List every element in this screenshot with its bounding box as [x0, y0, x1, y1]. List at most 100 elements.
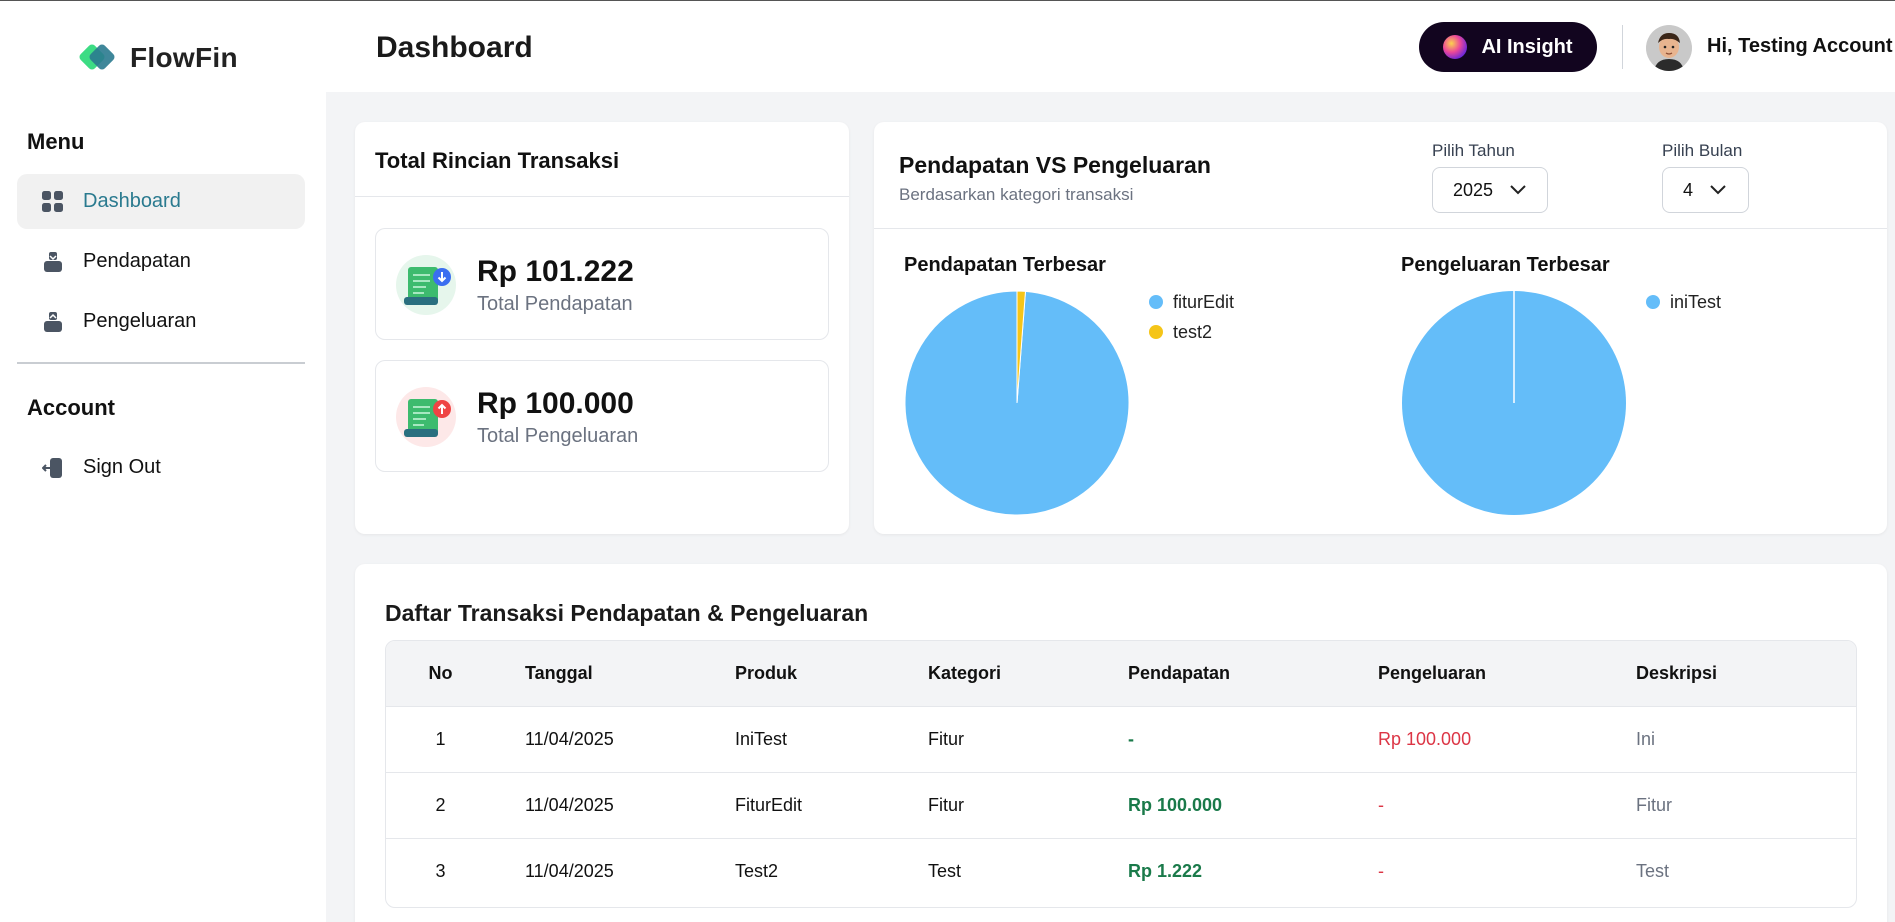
expense-label: Total Pengeluaran	[477, 425, 639, 447]
brand-logo[interactable]: FlowFin	[78, 39, 238, 77]
income-stat: Rp 101.222 Total Pendapatan	[375, 228, 829, 340]
sidebar-item-label: Dashboard	[83, 190, 181, 212]
column-header: Pendapatan	[1128, 662, 1231, 683]
sign-out-icon	[41, 456, 65, 480]
user-greeting[interactable]: Hi, Testing Account	[1707, 35, 1893, 58]
income-pie-title: Pendapatan Terbesar	[904, 254, 1106, 276]
month-select[interactable]: 4	[1662, 167, 1749, 213]
cell-income: Rp 100.000	[1128, 794, 1223, 815]
summary-card: Total Rincian Transaksi Rp 101.222 Total…	[355, 122, 849, 534]
table-row[interactable]: 2 11/04/2025 FiturEdit Fitur Rp 100.000 …	[386, 772, 1856, 838]
flowfin-logo-icon	[78, 39, 120, 77]
account-heading: Account	[27, 395, 115, 420]
sidebar-item-pendapatan[interactable]: Pendapatan	[17, 234, 305, 289]
expense-stat: Rp 100.000 Total Pengeluaran	[375, 360, 829, 472]
cell-description: Ini	[1636, 728, 1656, 749]
column-header: No	[428, 662, 453, 683]
summary-divider	[355, 196, 849, 197]
cell-category: Fitur	[928, 794, 964, 815]
expense-pie-title: Pengeluaran Terbesar	[1401, 254, 1610, 276]
sidebar-item-label: Sign Out	[83, 456, 161, 478]
sidebar-item-label: Pengeluaran	[83, 310, 197, 332]
legend-label: iniTest	[1670, 291, 1722, 312]
sidebar-item-pengeluaran[interactable]: Pengeluaran	[17, 294, 305, 349]
column-header: Tanggal	[525, 662, 593, 683]
charts-divider	[874, 228, 1887, 229]
legend-swatch	[1149, 295, 1163, 309]
cell-product: IniTest	[735, 728, 788, 749]
legend-label: fiturEdit	[1173, 291, 1235, 312]
transactions-table: No Tanggal Produk Kategori Pendapatan Pe…	[385, 640, 1857, 908]
expense-amount: Rp 100.000	[477, 387, 634, 420]
income-pie-legend: fiturEdit test2	[1149, 292, 1234, 352]
cell-product: Test2	[735, 860, 779, 881]
charts-subtitle: Berdasarkan kategori transaksi	[899, 185, 1134, 204]
cell-income: -	[1128, 728, 1134, 749]
legend-swatch	[1149, 325, 1163, 339]
brand-name: FlowFin	[130, 42, 238, 73]
column-header: Pengeluaran	[1378, 662, 1487, 683]
month-label: Pilih Bulan	[1662, 141, 1743, 160]
transactions-title: Daftar Transaksi Pendapatan & Pengeluara…	[385, 600, 869, 626]
sidebar-item-sign-out[interactable]: Sign Out	[17, 440, 305, 495]
cell-income: Rp 1.222	[1128, 860, 1203, 881]
page-title: Dashboard	[376, 31, 533, 64]
sidebar: FlowFin Menu Dashboard Pendapatan Pengel…	[0, 1, 326, 922]
cell-no: 3	[435, 860, 446, 881]
cell-product: FiturEdit	[735, 794, 803, 815]
cell-expense: Rp 100.000	[1378, 728, 1472, 749]
sidebar-item-dashboard[interactable]: Dashboard	[17, 174, 305, 229]
income-receipt-icon	[396, 255, 456, 315]
cell-category: Test	[928, 860, 962, 881]
income-label: Total Pendapatan	[477, 293, 633, 315]
chevron-down-icon	[1709, 180, 1727, 201]
expense-pie-chart	[1402, 291, 1626, 515]
summary-title: Total Rincian Transaksi	[375, 148, 620, 173]
sidebar-item-label: Pendapatan	[83, 250, 191, 272]
chevron-down-icon	[1509, 180, 1527, 201]
legend-label: test2	[1173, 321, 1213, 342]
expense-pie-legend: iniTest	[1646, 292, 1721, 322]
month-value: 4	[1683, 179, 1694, 200]
cell-no: 2	[435, 794, 446, 815]
cell-category: Fitur	[928, 728, 964, 749]
top-header: Dashboard AI Insight Hi, Testing Account	[326, 1, 1895, 92]
cell-date: 11/04/2025	[525, 860, 614, 881]
expense-tray-icon	[41, 310, 65, 334]
cell-expense: -	[1378, 794, 1384, 815]
sidebar-divider	[17, 362, 305, 364]
charts-card: Pendapatan VS Pengeluaran Berdasarkan ka…	[874, 122, 1887, 534]
cell-expense: -	[1378, 860, 1384, 881]
income-tray-icon	[41, 250, 65, 274]
dashboard-grid-icon	[41, 190, 65, 214]
transactions-card: Daftar Transaksi Pendapatan & Pengeluara…	[355, 564, 1887, 922]
avatar[interactable]	[1646, 25, 1692, 71]
table-header-row: No Tanggal Produk Kategori Pendapatan Pe…	[386, 641, 1856, 706]
legend-item[interactable]: iniTest	[1646, 292, 1721, 312]
column-header: Produk	[735, 662, 798, 683]
income-pie-chart	[904, 290, 1130, 516]
ai-insight-label: AI Insight	[1481, 35, 1573, 58]
ai-insight-button[interactable]: AI Insight	[1419, 22, 1597, 72]
ai-orb-icon	[1443, 35, 1468, 59]
year-select[interactable]: 2025	[1432, 167, 1548, 213]
header-divider	[1622, 25, 1623, 69]
year-value: 2025	[1453, 179, 1494, 200]
year-label: Pilih Tahun	[1432, 141, 1515, 160]
column-header: Kategori	[928, 662, 1002, 683]
legend-item[interactable]: fiturEdit	[1149, 292, 1234, 312]
income-amount: Rp 101.222	[477, 255, 634, 288]
legend-item[interactable]: test2	[1149, 322, 1234, 342]
charts-title: Pendapatan VS Pengeluaran	[899, 152, 1211, 178]
table-row[interactable]: 1 11/04/2025 IniTest Fitur - Rp 100.000 …	[386, 706, 1856, 772]
column-header: Deskripsi	[1636, 662, 1718, 683]
cell-description: Fitur	[1636, 794, 1672, 815]
legend-swatch	[1646, 295, 1660, 309]
cell-no: 1	[435, 728, 446, 749]
cell-date: 11/04/2025	[525, 794, 614, 815]
table-row[interactable]: 3 11/04/2025 Test2 Test Rp 1.222 - Test	[386, 838, 1856, 904]
expense-receipt-icon	[396, 387, 456, 447]
cell-description: Test	[1636, 860, 1670, 881]
cell-date: 11/04/2025	[525, 728, 614, 749]
menu-heading: Menu	[27, 129, 85, 154]
